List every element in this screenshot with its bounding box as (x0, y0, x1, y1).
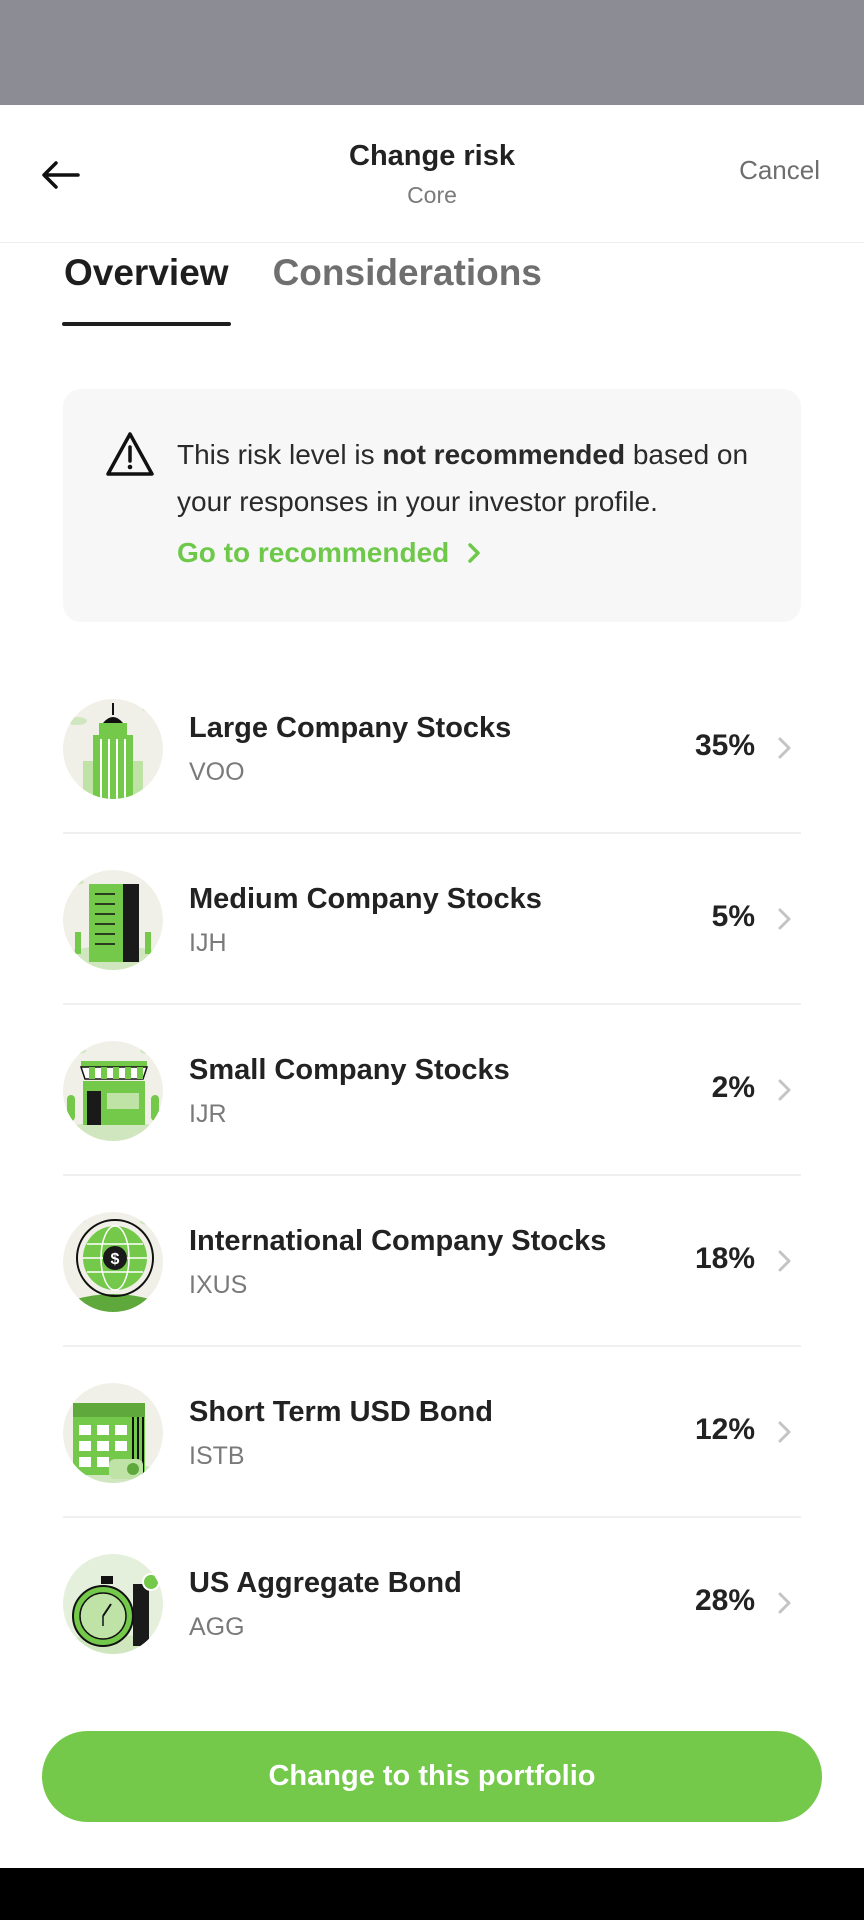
page-title: Change risk (349, 140, 515, 172)
chevron-right-icon (468, 543, 481, 563)
change-portfolio-button[interactable]: Change to this portfolio (42, 1731, 822, 1822)
tab-bar: Overview Considerations (62, 252, 544, 326)
header: Change risk Core Cancel (0, 105, 864, 243)
svg-text:$: $ (111, 1251, 120, 1268)
holding-name: Small Company Stocks (189, 1054, 510, 1086)
stopwatch-icon (63, 1554, 163, 1654)
chevron-right-icon (778, 1250, 791, 1272)
holdings-list: Large Company Stocks VOO 35% Medium Comp… (63, 663, 801, 1687)
holding-ticker: IJH (189, 929, 227, 957)
holding-row[interactable]: Short Term USD Bond ISTB 12% (63, 1347, 801, 1518)
globe-dollar-icon: $ (63, 1212, 163, 1312)
holding-percent: 28% (694, 1584, 755, 1617)
chevron-right-icon (778, 1421, 791, 1443)
skyscraper-icon (63, 699, 163, 799)
holding-ticker: IJR (189, 1100, 227, 1128)
holding-name: US Aggregate Bond (189, 1567, 462, 1599)
warning-text-bold: not recommended (382, 439, 626, 470)
holding-row[interactable]: Small Company Stocks IJR 2% (63, 1005, 801, 1176)
holding-row[interactable]: US Aggregate Bond AGG 28% (63, 1518, 801, 1687)
holding-ticker: AGG (189, 1613, 245, 1641)
chevron-right-icon (778, 1079, 791, 1101)
go-to-recommended-link[interactable]: Go to recommended (177, 537, 481, 569)
office-building-icon (63, 870, 163, 970)
risk-warning-card: This risk level is not recommended based… (63, 389, 801, 622)
tab-overview[interactable]: Overview (62, 252, 231, 326)
chevron-right-icon (778, 737, 791, 759)
calendar-icon (63, 1383, 163, 1483)
page-subtitle: Core (407, 182, 457, 208)
holding-name: Medium Company Stocks (189, 883, 542, 915)
tab-considerations[interactable]: Considerations (271, 252, 544, 308)
chevron-right-icon (778, 908, 791, 930)
holding-percent: 18% (694, 1242, 755, 1275)
cancel-button[interactable]: Cancel (739, 155, 820, 186)
holding-ticker: VOO (189, 758, 245, 786)
holding-percent: 5% (711, 900, 755, 933)
holding-row[interactable]: Large Company Stocks VOO 35% (63, 663, 801, 834)
warning-icon (106, 432, 154, 476)
status-bar (0, 0, 864, 105)
storefront-icon (63, 1041, 163, 1141)
holding-percent: 12% (694, 1413, 755, 1446)
go-to-recommended-label: Go to recommended (177, 537, 450, 568)
holding-percent: 2% (711, 1071, 755, 1104)
holding-row[interactable]: Medium Company Stocks IJH 5% (63, 834, 801, 1005)
warning-message: This risk level is not recommended based… (177, 431, 767, 525)
system-navigation-bar (0, 1868, 864, 1920)
holding-ticker: IXUS (189, 1271, 248, 1299)
holding-name: Short Term USD Bond (189, 1396, 493, 1428)
holding-name: Large Company Stocks (189, 712, 512, 744)
holding-ticker: ISTB (189, 1442, 245, 1470)
holding-name: International Company Stocks (189, 1225, 607, 1257)
holding-percent: 35% (694, 729, 755, 762)
holding-row[interactable]: $ International Company Stocks IXUS 18% (63, 1176, 801, 1347)
warning-text-start: This risk level is (177, 439, 383, 470)
chevron-right-icon (778, 1592, 791, 1614)
